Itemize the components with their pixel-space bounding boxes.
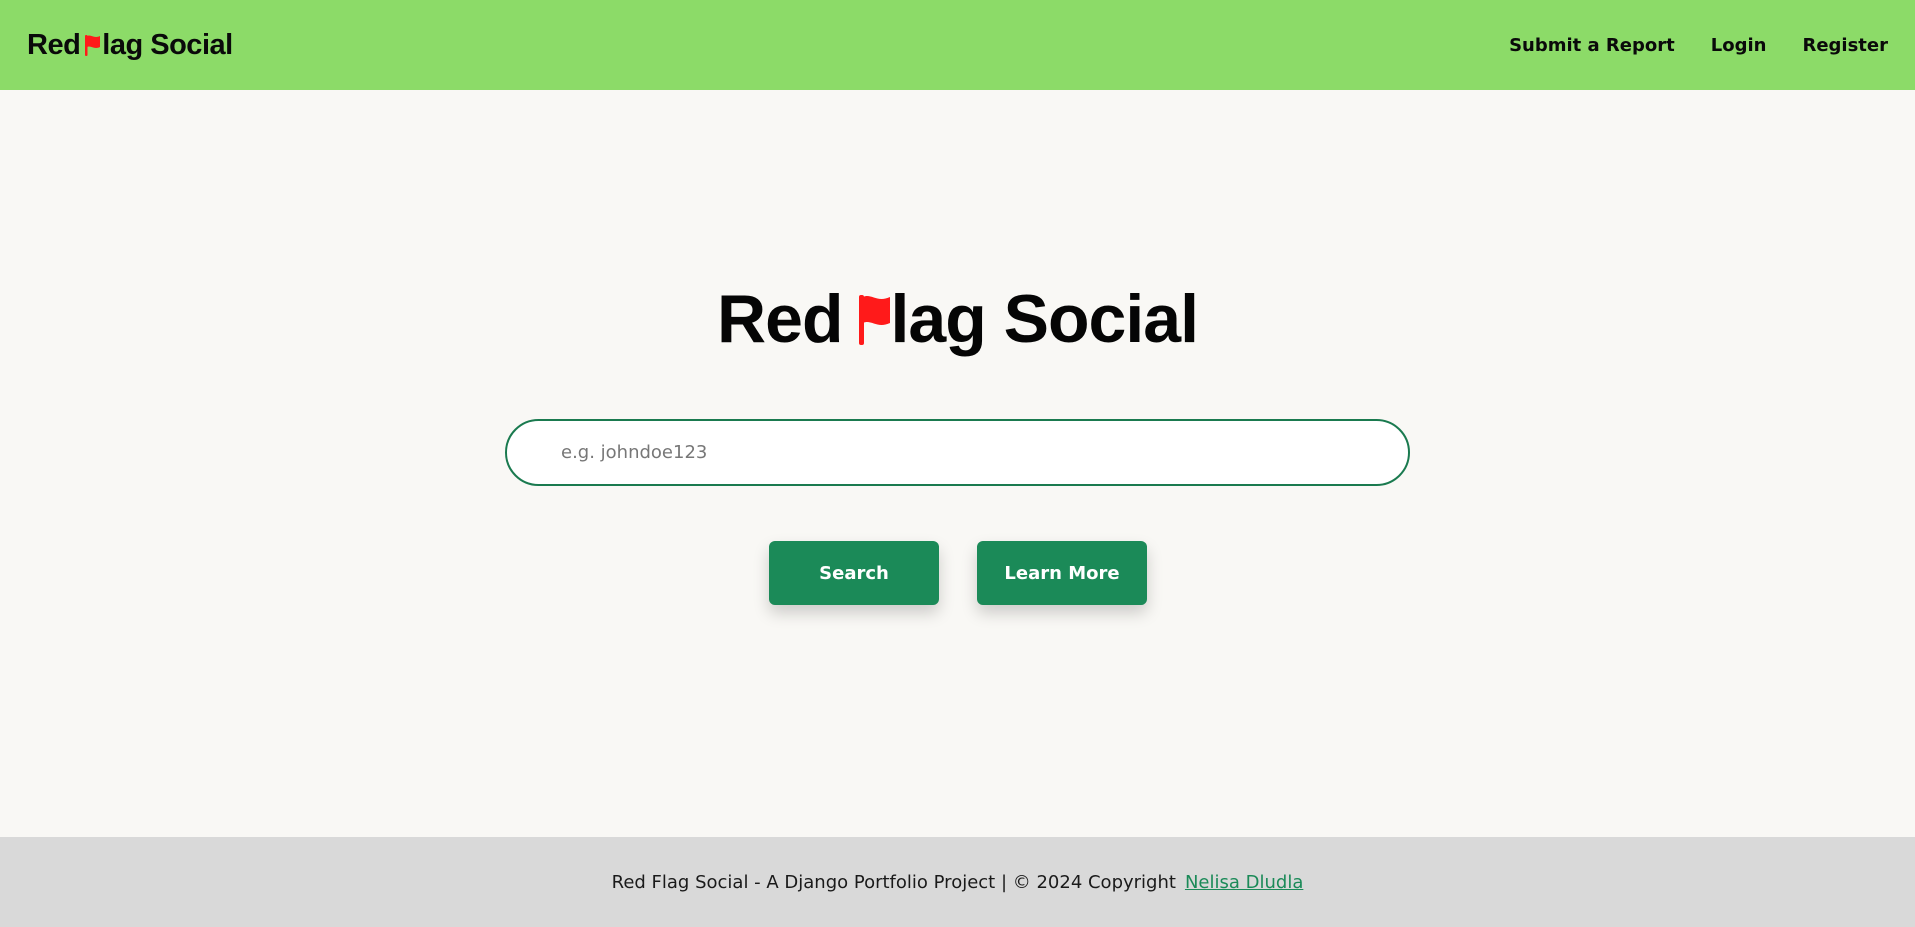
navbar: Red lag Social Submit a Report Login Reg… <box>0 0 1915 90</box>
red-flag-icon <box>858 293 891 345</box>
nav-register-link[interactable]: Register <box>1802 35 1888 56</box>
brand-text-suffix: lag Social <box>102 28 233 61</box>
title-text-prefix: Red <box>717 281 843 357</box>
red-flag-icon <box>85 34 101 56</box>
hero-section: Red lag Social Search Learn More <box>0 90 1915 837</box>
footer-text: Red Flag Social - A Django Portfolio Pro… <box>611 871 1176 893</box>
search-button[interactable]: Search <box>769 541 939 605</box>
search-box[interactable] <box>505 419 1410 486</box>
nav-login-link[interactable]: Login <box>1711 35 1767 56</box>
footer-author-link[interactable]: Nelisa Dludla <box>1185 872 1303 893</box>
nav-links: Submit a Report Login Register <box>1509 35 1888 56</box>
learn-more-button[interactable]: Learn More <box>977 541 1147 605</box>
title-text-suffix: lag Social <box>890 281 1199 357</box>
brand-logo-link[interactable]: Red lag Social <box>27 29 233 62</box>
brand-text-prefix: Red <box>27 28 81 61</box>
page-title: Red lag Social <box>0 285 1915 353</box>
nav-submit-report-link[interactable]: Submit a Report <box>1509 35 1675 56</box>
footer: Red Flag Social - A Django Portfolio Pro… <box>0 837 1915 927</box>
username-search-input[interactable] <box>561 442 1408 463</box>
